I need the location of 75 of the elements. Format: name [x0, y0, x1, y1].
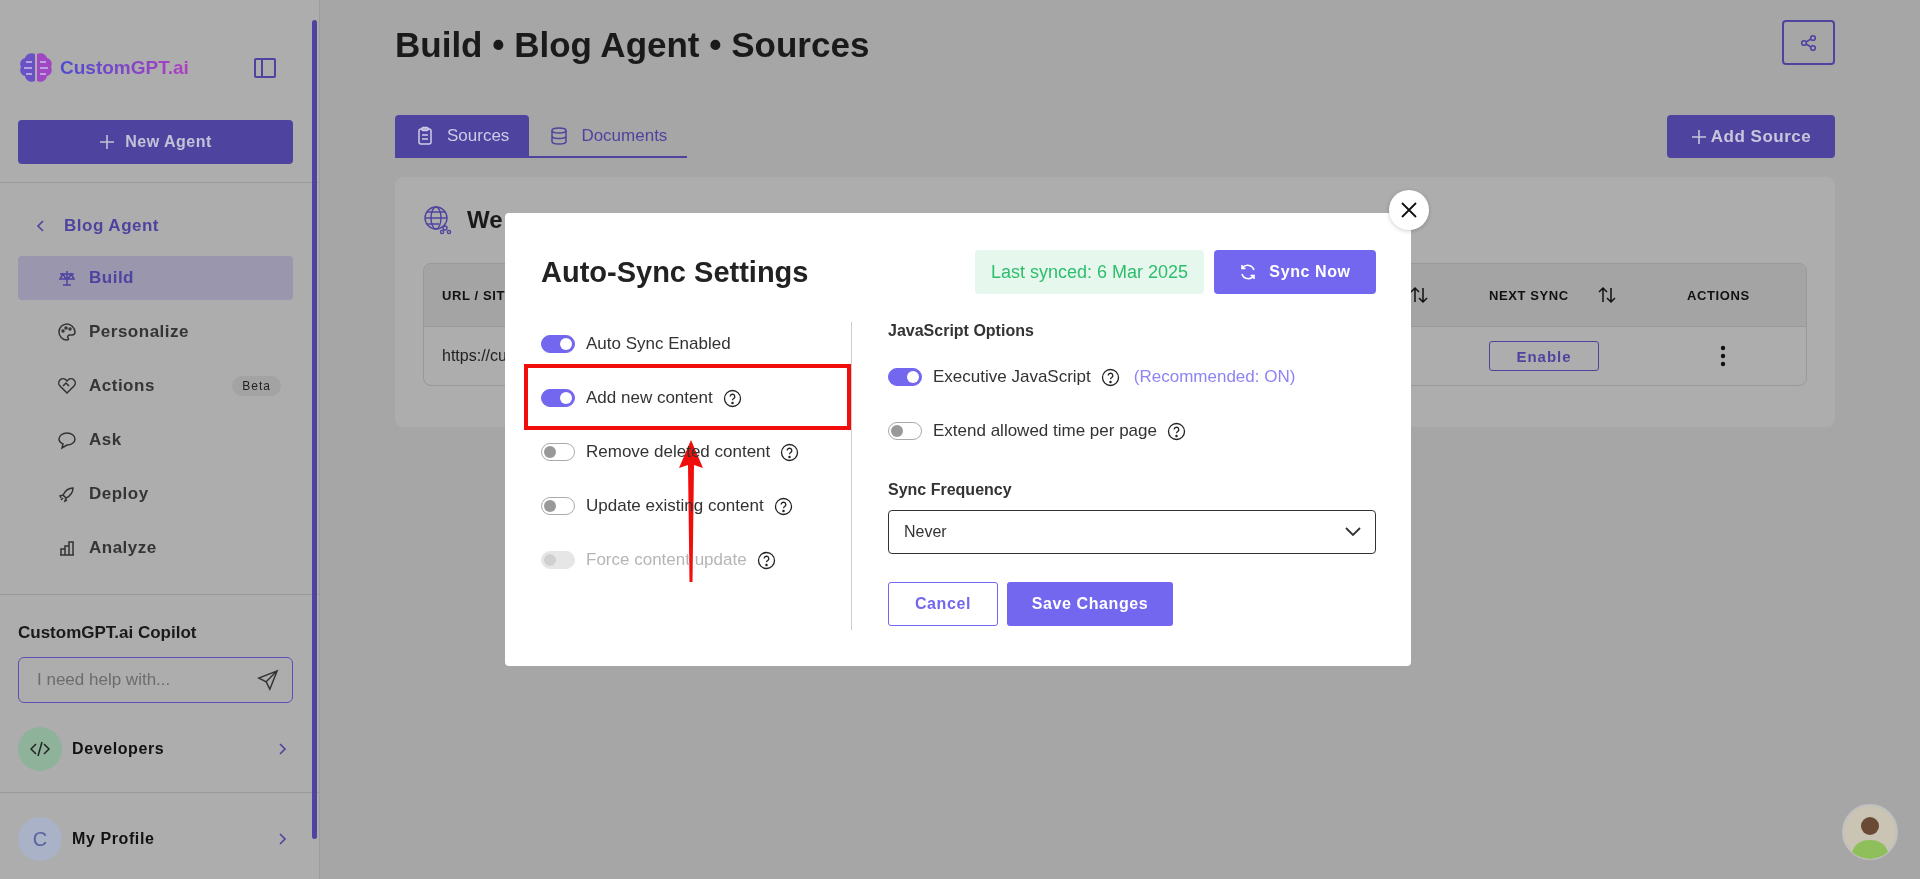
sidebar-toggle-icon[interactable] [253, 56, 277, 80]
beta-badge: Beta [232, 376, 281, 396]
column-header: ACTIONS [1687, 287, 1750, 303]
profile-link[interactable]: My Profile [72, 830, 155, 848]
column-header: URL / SIT [442, 287, 505, 303]
bar-chart-icon [57, 538, 77, 558]
copilot-title: CustomGPT.ai Copilot [18, 623, 198, 643]
toggle-switch[interactable] [541, 335, 575, 353]
back-link[interactable]: Blog Agent [18, 183, 293, 236]
url-cell: https://cu [442, 347, 507, 364]
sidebar-item[interactable]: Ask [18, 418, 293, 462]
globe-icon [423, 205, 453, 235]
field-label: Sync Frequency [888, 481, 1013, 499]
cancel-button[interactable]: Cancel [888, 582, 998, 626]
new-agent-button[interactable]: New Agent [18, 120, 293, 164]
toggle-switch[interactable] [541, 389, 575, 407]
sync-now-button[interactable]: Sync Now [1214, 250, 1376, 294]
copilot-input-field[interactable]: I need help with... [18, 657, 293, 703]
tab[interactable]: Documents [529, 115, 688, 158]
tools-icon [57, 268, 77, 288]
more-options-icon[interactable] [1720, 345, 1726, 367]
palette-icon [57, 322, 77, 342]
toggle-switch[interactable] [888, 368, 922, 386]
toggle-switch[interactable] [888, 422, 922, 440]
plus-icon [99, 134, 116, 150]
chevron-right-icon[interactable] [277, 832, 287, 846]
last-synced-badge: Last synced: 6 Mar 2025 [974, 250, 1204, 294]
sort-icon[interactable] [1596, 286, 1617, 304]
toggle-switch[interactable] [541, 497, 575, 515]
send-icon[interactable] [257, 669, 279, 691]
option-label: Extend allowed time per page [933, 421, 1157, 441]
sync-frequency-dropdown[interactable]: Never [888, 510, 1376, 554]
chevron-right-icon[interactable] [277, 742, 287, 756]
refresh-icon [1239, 263, 1258, 281]
column-header: NEXT SYNC [1489, 287, 1569, 303]
chevron-down-icon [1345, 527, 1361, 537]
rocket-icon [57, 484, 77, 504]
heart-icon [57, 376, 77, 396]
save-changes-button[interactable]: Save Changes [1007, 582, 1173, 626]
database-icon [549, 125, 570, 146]
help-icon[interactable] [722, 388, 742, 408]
sidebar-item[interactable]: Build [18, 256, 293, 300]
option-label: Executive JavaScript [933, 367, 1091, 387]
sidebar-item[interactable]: Actions Beta [18, 364, 293, 408]
sidebar-item[interactable]: Analyze [18, 526, 293, 570]
page-title: Build • Blog Agent • Sources [395, 25, 870, 65]
share-icon [1799, 33, 1818, 52]
sort-icon[interactable] [1409, 286, 1429, 304]
share-button[interactable] [1782, 20, 1835, 65]
add-source-button[interactable]: Add Source [1667, 115, 1835, 158]
tab[interactable]: Sources [395, 115, 530, 158]
help-icon[interactable] [780, 442, 800, 462]
card-title: We [467, 206, 503, 234]
plus-icon [1690, 128, 1707, 145]
close-icon [1400, 201, 1418, 219]
help-icon[interactable] [1100, 367, 1120, 387]
scrollbar[interactable] [312, 20, 317, 839]
help-icon[interactable] [1167, 421, 1186, 441]
enable-button[interactable]: Enable [1489, 341, 1599, 371]
developers-link[interactable]: Developers [72, 740, 165, 758]
toggle-switch[interactable] [541, 443, 575, 461]
sidebar-item[interactable]: Deploy [18, 472, 293, 516]
chat-bubble-icon [57, 430, 77, 450]
profile-avatar: C [18, 817, 62, 861]
code-avatar [18, 727, 62, 771]
option-label: Add new content [586, 388, 713, 408]
recommendation-note: (Recommended: ON) [1133, 367, 1296, 387]
option-label: Auto Sync Enabled [586, 334, 731, 354]
sidebar-item[interactable]: Personalize [18, 310, 293, 354]
clipboard-icon [415, 125, 435, 146]
help-icon[interactable] [773, 496, 793, 516]
section-title: JavaScript Options [888, 322, 1035, 341]
dialog-title: Auto-Sync Settings [541, 255, 809, 289]
user-avatar[interactable] [1842, 804, 1898, 860]
chevron-left-icon [36, 219, 46, 233]
